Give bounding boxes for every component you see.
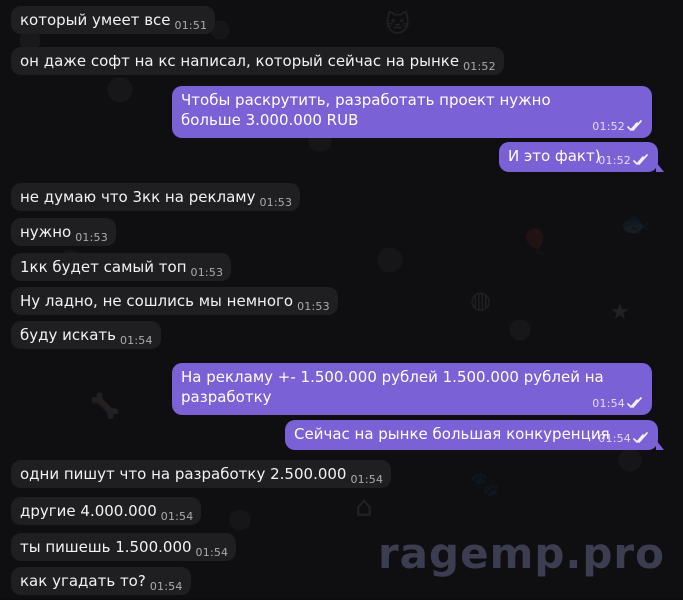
message-meta: 01:51 (175, 19, 208, 32)
message-text: Ну ладно, не сошлись мы немного (20, 292, 294, 310)
message-time: 01:52 (463, 60, 496, 73)
doodle-balloon-icon: 🎈 (520, 228, 550, 256)
message-time: 01:53 (297, 300, 330, 313)
doodle-ball-icon: ◍ (470, 286, 491, 314)
message-meta: 01:52 (592, 120, 643, 133)
message-time: 01:53 (259, 196, 293, 209)
message-text: другие 4.000.000 (20, 502, 157, 520)
message-time: 01:54 (195, 546, 229, 559)
message-meta: 01:54 (592, 397, 643, 410)
message-bubble[interactable]: одни пишут что на разработку 2.500.000 01… (11, 460, 392, 488)
doodle-paw-icon: 🐾 (470, 470, 500, 498)
doodle-bone-icon: 🦴 (90, 392, 120, 420)
message-bubble[interactable]: буду искать 01:54 (11, 321, 161, 349)
message-bubble[interactable]: нужно 01:53 (11, 218, 116, 246)
double-check-icon (627, 120, 642, 131)
message-bubble[interactable]: На рекламу +- 1.500.000 рублей 1.500.000… (172, 363, 652, 415)
doodle-house-icon: ⌂ (355, 490, 373, 523)
message-text: На рекламу +- 1.500.000 рублей 1.500.000… (181, 368, 604, 406)
message-text: ты пишешь 1.500.000 (20, 538, 192, 556)
message-time: 01:53 (190, 266, 224, 279)
message-text: нужно (20, 223, 72, 241)
message-meta: 01:54 (196, 546, 229, 559)
message-bubble[interactable]: Сейчас на рынке большая конкуренция 01:5… (285, 420, 664, 450)
message-text: 1кк будет самый топ (20, 258, 187, 276)
message-text: Чтобы раскрутить, разработать проект нуж… (181, 91, 551, 129)
message-bubble[interactable]: который умеет все 01:51 (11, 6, 216, 34)
message-time: 01:54 (598, 432, 631, 445)
message-text: он даже софт на кс написал, который сейч… (20, 52, 460, 70)
message-meta: 01:53 (297, 300, 330, 313)
bottom-shadow (0, 596, 683, 600)
message-meta: 01:54 (161, 510, 194, 523)
message-text: И это факт) (508, 147, 601, 165)
message-meta: 01:54 (350, 473, 383, 486)
message-meta: 01:53 (259, 196, 292, 209)
message-bubble[interactable]: Чтобы раскрутить, разработать проект нуж… (172, 86, 652, 138)
message-meta: 01:54 (598, 432, 649, 445)
message-time: 01:54 (149, 580, 183, 593)
message-text: не думаю что 3кк на рекламу (20, 188, 256, 206)
message-text: как угадать то? (20, 572, 146, 590)
message-time: 01:51 (174, 19, 208, 32)
watermark: ragemp.pro (377, 529, 665, 578)
message-time: 01:52 (598, 154, 631, 167)
double-check-icon (633, 432, 648, 443)
message-bubble[interactable]: ты пишешь 1.500.000 01:54 (11, 533, 237, 561)
message-meta: 01:53 (191, 266, 224, 279)
message-meta: 01:54 (150, 580, 183, 593)
message-time: 01:54 (592, 397, 625, 410)
message-meta: 01:54 (120, 334, 153, 347)
message-text: одни пишут что на разработку 2.500.000 (20, 465, 347, 483)
message-meta: 01:53 (75, 231, 108, 244)
message-time: 01:53 (75, 231, 108, 244)
doodle-fish-icon: 🐟 (620, 210, 650, 238)
message-text: буду искать (20, 326, 116, 344)
message-time: 01:54 (160, 510, 194, 523)
message-time: 01:52 (592, 120, 625, 133)
message-meta: 01:52 (463, 60, 496, 73)
message-bubble[interactable]: И это факт) 01:52 (499, 142, 664, 172)
message-bubble[interactable]: другие 4.000.000 01:54 (11, 497, 202, 525)
chat-background: 🐱 🐟 🎈 🦴 ⌂ 🐾 ★ ◍ который умеет все 01:51 о… (0, 0, 683, 600)
message-bubble[interactable]: не думаю что 3кк на рекламу 01:53 (11, 183, 301, 211)
message-bubble[interactable]: как угадать то? 01:54 (11, 567, 191, 595)
message-text: Сейчас на рынке большая конкуренция (294, 425, 610, 443)
message-bubble[interactable]: 1кк будет самый топ 01:53 (11, 253, 232, 281)
message-text: который умеет все (20, 11, 171, 29)
double-check-icon (627, 397, 642, 408)
double-check-icon (633, 154, 648, 165)
doodle-star-icon: ★ (610, 300, 630, 325)
message-meta: 01:52 (598, 154, 649, 167)
message-bubble[interactable]: он даже софт на кс написал, который сейч… (11, 47, 504, 75)
doodle-cat-icon: 🐱 (385, 10, 411, 38)
message-bubble[interactable]: Ну ладно, не сошлись мы немного 01:53 (11, 287, 338, 315)
message-time: 01:54 (119, 334, 153, 347)
message-time: 01:54 (350, 473, 384, 486)
